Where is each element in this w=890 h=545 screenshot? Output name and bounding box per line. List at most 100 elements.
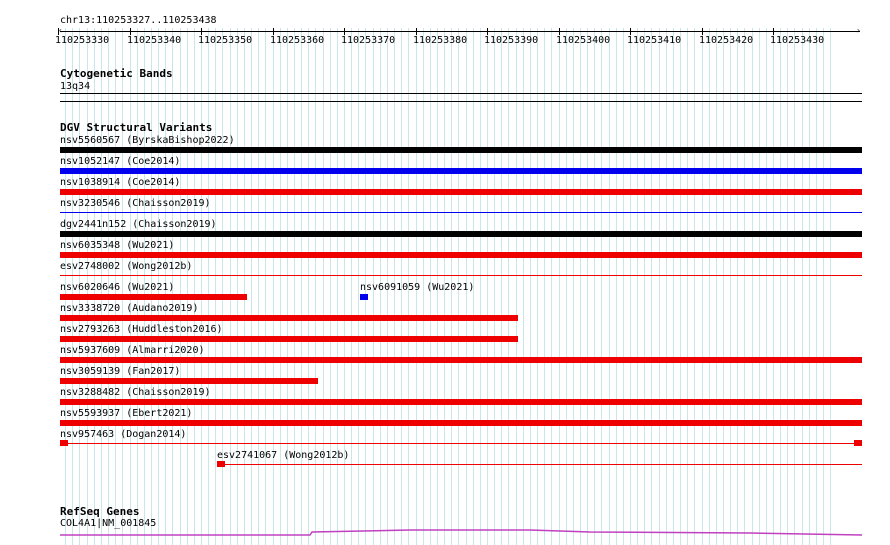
grid-line	[265, 28, 266, 545]
grid-line	[251, 28, 252, 545]
dgv-feature-line[interactable]	[60, 443, 862, 444]
dgv-feature-block[interactable]	[217, 461, 225, 467]
grid-line	[280, 28, 281, 545]
ruler-tick-label: 110253340	[127, 35, 182, 46]
grid-line	[594, 28, 595, 545]
dgv-feature-bar[interactable]	[360, 294, 368, 300]
grid-line	[308, 28, 309, 545]
ruler-tick-mark	[416, 28, 417, 35]
refseq-track-title[interactable]: RefSeq Genes	[60, 506, 139, 518]
grid-line	[609, 28, 610, 545]
dgv-feature-bar[interactable]	[60, 336, 518, 342]
ruler-tick-label: 110253410	[627, 35, 682, 46]
cytoband-bar[interactable]	[60, 93, 862, 94]
ruler-right-arrow-icon: ›	[856, 26, 861, 35]
grid-line	[287, 28, 288, 545]
dgv-feature-bar[interactable]	[60, 212, 862, 213]
grid-line	[215, 28, 216, 545]
grid-line	[709, 28, 710, 545]
dgv-feature-label[interactable]: nsv5937609 (Almarri2020)	[60, 345, 205, 356]
grid-line	[737, 28, 738, 545]
dgv-feature-bar[interactable]	[60, 378, 318, 384]
grid-line	[258, 28, 259, 545]
grid-line	[666, 28, 667, 545]
dgv-feature-bar[interactable]	[60, 315, 518, 321]
ruler-tick-mark	[201, 28, 202, 35]
grid-line	[601, 28, 602, 545]
ruler-tick-label: 110253380	[413, 35, 468, 46]
grid-line	[759, 28, 760, 545]
dgv-feature-label[interactable]: esv2748002 (Wong2012b)	[60, 261, 192, 272]
dgv-feature-bar[interactable]	[60, 420, 862, 426]
dgv-feature-line[interactable]	[217, 464, 862, 465]
dgv-feature-block[interactable]	[60, 440, 68, 446]
dgv-feature-label[interactable]: nsv6020646 (Wu2021)	[60, 282, 174, 293]
grid-line	[752, 28, 753, 545]
dgv-feature-label[interactable]: nsv3059139 (Fan2017)	[60, 366, 180, 377]
ruler-tick-label: 110253390	[484, 35, 539, 46]
grid-line	[816, 28, 817, 545]
dgv-feature-label[interactable]: nsv957463 (Dogan2014)	[60, 429, 186, 440]
dgv-feature-bar[interactable]	[60, 231, 862, 237]
grid-line	[730, 28, 731, 545]
dgv-feature-label[interactable]: nsv6091059 (Wu2021)	[360, 282, 474, 293]
grid-line	[537, 28, 538, 545]
grid-line	[773, 28, 774, 545]
grid-line	[794, 28, 795, 545]
dgv-feature-label[interactable]: nsv3338720 (Audano2019)	[60, 303, 198, 314]
grid-line	[587, 28, 588, 545]
dgv-feature-label[interactable]: nsv3230546 (Chaisson2019)	[60, 198, 211, 209]
dgv-feature-label[interactable]: nsv5593937 (Ebert2021)	[60, 408, 192, 419]
dgv-track-title[interactable]: DGV Structural Variants	[60, 122, 212, 134]
grid-line	[244, 28, 245, 545]
grid-line	[208, 28, 209, 545]
dgv-feature-bar[interactable]	[60, 147, 862, 153]
grid-line	[623, 28, 624, 545]
dgv-feature-label[interactable]: nsv1052147 (Coe2014)	[60, 156, 180, 167]
grid-line	[687, 28, 688, 545]
grid-line	[637, 28, 638, 545]
dgv-feature-block[interactable]	[854, 440, 862, 446]
ruler-tick-label: 110253400	[556, 35, 611, 46]
grid-line	[187, 28, 188, 545]
grid-line	[651, 28, 652, 545]
grid-line	[680, 28, 681, 545]
dgv-feature-bar[interactable]	[60, 357, 862, 363]
track-separator	[60, 101, 862, 102]
grid-line	[337, 28, 338, 545]
refseq-gene-feature[interactable]	[60, 527, 862, 537]
grid-line	[559, 28, 560, 545]
dgv-feature-bar[interactable]	[60, 252, 862, 258]
ruler-tick-mark	[487, 28, 488, 35]
ruler-tick-label: 110253330	[55, 35, 110, 46]
position-label: chr13:110253327..110253438	[60, 15, 217, 26]
grid-line	[301, 28, 302, 545]
grid-line	[544, 28, 545, 545]
grid-line	[180, 28, 181, 545]
dgv-feature-bar[interactable]	[60, 275, 862, 276]
dgv-feature-label[interactable]: nsv3288482 (Chaisson2019)	[60, 387, 211, 398]
dgv-feature-label[interactable]: nsv5560567 (ByrskaBishop2022)	[60, 135, 235, 146]
ruler-tick-mark	[773, 28, 774, 35]
ruler-tick-label: 110253360	[270, 35, 325, 46]
grid-line	[201, 28, 202, 545]
grid-line	[573, 28, 574, 545]
grid-line	[516, 28, 517, 545]
dgv-feature-label[interactable]: nsv2793263 (Huddleston2016)	[60, 324, 223, 335]
dgv-feature-bar[interactable]	[60, 189, 862, 195]
dgv-feature-label[interactable]: dgv2441n152 (Chaisson2019)	[60, 219, 217, 230]
dgv-feature-bar[interactable]	[60, 168, 862, 174]
cytoband-track-title[interactable]: Cytogenetic Bands	[60, 68, 173, 80]
ruler-tick-mark	[559, 28, 560, 35]
dgv-feature-label[interactable]: nsv6035348 (Wu2021)	[60, 240, 174, 251]
grid-line	[523, 28, 524, 545]
ruler-tick-mark	[273, 28, 274, 35]
grid-line	[230, 28, 231, 545]
dgv-feature-label[interactable]: esv2741067 (Wong2012b)	[217, 450, 349, 461]
grid-line	[616, 28, 617, 545]
dgv-feature-label[interactable]: nsv1038914 (Coe2014)	[60, 177, 180, 188]
dgv-feature-bar[interactable]	[60, 399, 862, 405]
grid-line	[723, 28, 724, 545]
dgv-feature-bar[interactable]	[60, 294, 247, 300]
grid-line	[273, 28, 274, 545]
